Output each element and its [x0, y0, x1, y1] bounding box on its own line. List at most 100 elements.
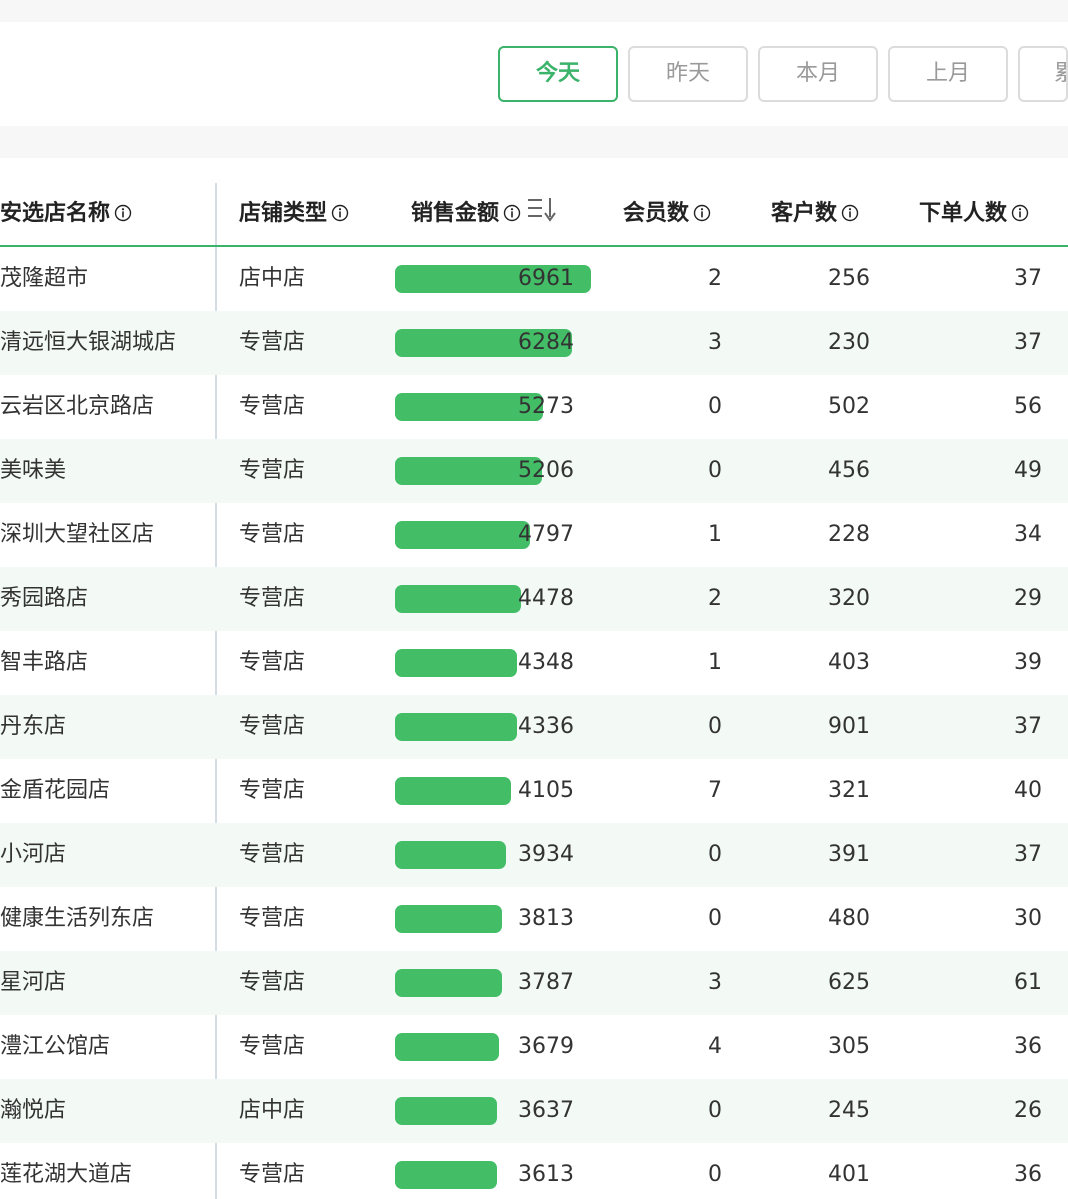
table-header: 安选店名称 店铺类型 销售金额 会员数 客户数 下单人数 — [0, 183, 1068, 247]
range-cumulative-button[interactable]: 累 — [1018, 46, 1068, 102]
sales-value: 4105 — [518, 778, 574, 803]
table-row[interactable]: 星河店 专营店 3787 3 625 61 — [0, 951, 1068, 1015]
sales-bar-cell: 4336 — [395, 713, 605, 741]
store-type-cell: 专营店 — [239, 458, 306, 483]
store-type-cell: 专营店 — [239, 650, 306, 675]
members-cell: 0 — [708, 906, 722, 931]
table-row[interactable]: 澧江公馆店 专营店 3679 4 305 36 — [0, 1015, 1068, 1079]
members-cell: 0 — [708, 458, 722, 483]
customers-cell: 228 — [828, 522, 870, 547]
store-name-cell[interactable]: 小河店 — [0, 823, 66, 887]
header-orderers-label: 下单人数 — [919, 201, 1008, 226]
sales-bar-cell: 5206 — [395, 457, 605, 485]
orderers-cell: 37 — [1014, 842, 1042, 867]
info-circle-icon[interactable] — [693, 204, 711, 222]
sort-descending-icon[interactable] — [527, 196, 557, 222]
table-row[interactable]: 金盾花园店 专营店 4105 7 321 40 — [0, 759, 1068, 823]
table-row[interactable]: 莲花湖大道店 专营店 3613 0 401 36 — [0, 1143, 1068, 1199]
store-name-cell[interactable]: 深圳大望社区店 — [0, 503, 154, 567]
store-type-cell: 专营店 — [239, 714, 306, 739]
orderers-cell: 37 — [1014, 266, 1042, 291]
members-cell: 0 — [708, 1098, 722, 1123]
sales-value: 4336 — [518, 714, 574, 739]
sales-value: 3637 — [518, 1098, 574, 1123]
table-row[interactable]: 美味美 专营店 5206 0 456 49 — [0, 439, 1068, 503]
store-name-cell[interactable]: 澧江公馆店 — [0, 1015, 110, 1079]
store-name-cell[interactable]: 茂隆超市 — [0, 247, 88, 311]
customers-cell: 401 — [828, 1162, 870, 1187]
customers-cell: 230 — [828, 330, 870, 355]
store-type-cell: 店中店 — [239, 1098, 306, 1123]
store-type-cell: 店中店 — [239, 266, 306, 291]
orderers-cell: 39 — [1014, 650, 1042, 675]
table-row[interactable]: 茂隆超市 店中店 6961 2 256 37 — [0, 247, 1068, 311]
store-type-cell: 专营店 — [239, 394, 306, 419]
sales-value: 4348 — [518, 650, 574, 675]
customers-cell: 901 — [828, 714, 870, 739]
sales-value: 5206 — [518, 458, 574, 483]
sales-bar — [395, 649, 517, 677]
range-last-month-button[interactable]: 上月 — [888, 46, 1008, 102]
sales-bar-cell: 3679 — [395, 1033, 605, 1061]
table-row[interactable]: 云岩区北京路店 专营店 5273 0 502 56 — [0, 375, 1068, 439]
table-row[interactable]: 丹东店 专营店 4336 0 901 37 — [0, 695, 1068, 759]
table-row[interactable]: 清远恒大银湖城店 专营店 6284 3 230 37 — [0, 311, 1068, 375]
table-row[interactable]: 健康生活列东店 专营店 3813 0 480 30 — [0, 887, 1068, 951]
customers-cell: 321 — [828, 778, 870, 803]
store-name-cell[interactable]: 健康生活列东店 — [0, 887, 154, 951]
store-name-cell[interactable]: 金盾花园店 — [0, 759, 110, 823]
members-cell: 1 — [708, 522, 722, 547]
table-row[interactable]: 瀚悦店 店中店 3637 0 245 26 — [0, 1079, 1068, 1143]
store-name-cell[interactable]: 美味美 — [0, 439, 66, 503]
customers-cell: 456 — [828, 458, 870, 483]
orderers-cell: 37 — [1014, 714, 1042, 739]
sales-value: 6961 — [518, 266, 574, 291]
store-type-cell: 专营店 — [239, 522, 306, 547]
store-name-cell[interactable]: 瀚悦店 — [0, 1079, 66, 1143]
customers-cell: 480 — [828, 906, 870, 931]
info-circle-icon[interactable] — [1011, 204, 1029, 222]
sales-value: 4797 — [518, 522, 574, 547]
orderers-cell: 61 — [1014, 970, 1042, 995]
orderers-cell: 26 — [1014, 1098, 1042, 1123]
range-this-month-button[interactable]: 本月 — [758, 46, 878, 102]
store-name-cell[interactable]: 秀园路店 — [0, 567, 88, 631]
orderers-cell: 36 — [1014, 1034, 1042, 1059]
sales-bar — [395, 1161, 497, 1189]
members-cell: 4 — [708, 1034, 722, 1059]
header-store-type: 店铺类型 — [239, 183, 349, 245]
store-type-cell: 专营店 — [239, 1162, 306, 1187]
header-sales-amount[interactable]: 销售金额 — [411, 183, 557, 245]
store-sales-table: 安选店名称 店铺类型 销售金额 会员数 客户数 下单人数 茂隆超市 店中店 6961… — [0, 183, 1068, 1199]
info-circle-icon[interactable] — [503, 204, 521, 222]
sales-bar-cell: 6961 — [395, 265, 605, 293]
orderers-cell: 30 — [1014, 906, 1042, 931]
store-name-cell[interactable]: 云岩区北京路店 — [0, 375, 154, 439]
sales-value: 4478 — [518, 586, 574, 611]
table-row[interactable]: 秀园路店 专营店 4478 2 320 29 — [0, 567, 1068, 631]
store-type-cell: 专营店 — [239, 778, 306, 803]
range-today-button[interactable]: 今天 — [498, 46, 618, 102]
orderers-cell: 34 — [1014, 522, 1042, 547]
table-row[interactable]: 深圳大望社区店 专营店 4797 1 228 34 — [0, 503, 1068, 567]
table-row[interactable]: 智丰路店 专营店 4348 1 403 39 — [0, 631, 1068, 695]
header-members-label: 会员数 — [623, 201, 690, 226]
store-name-cell[interactable]: 智丰路店 — [0, 631, 88, 695]
store-name-cell[interactable]: 丹东店 — [0, 695, 66, 759]
header-store-type-label: 店铺类型 — [239, 201, 328, 226]
customers-cell: 245 — [828, 1098, 870, 1123]
info-circle-icon[interactable] — [114, 204, 132, 222]
info-circle-icon[interactable] — [841, 204, 859, 222]
range-yesterday-button[interactable]: 昨天 — [628, 46, 748, 102]
sales-bar — [395, 841, 506, 869]
store-name-cell[interactable]: 星河店 — [0, 951, 66, 1015]
info-circle-icon[interactable] — [331, 204, 349, 222]
customers-cell: 625 — [828, 970, 870, 995]
sales-bar-cell: 4797 — [395, 521, 605, 549]
store-type-cell: 专营店 — [239, 1034, 306, 1059]
header-sales-amount-label: 销售金额 — [411, 201, 500, 226]
table-row[interactable]: 小河店 专营店 3934 0 391 37 — [0, 823, 1068, 887]
store-name-cell[interactable]: 莲花湖大道店 — [0, 1143, 132, 1199]
store-name-cell[interactable]: 清远恒大银湖城店 — [0, 311, 176, 375]
sales-bar-cell: 3613 — [395, 1161, 605, 1189]
